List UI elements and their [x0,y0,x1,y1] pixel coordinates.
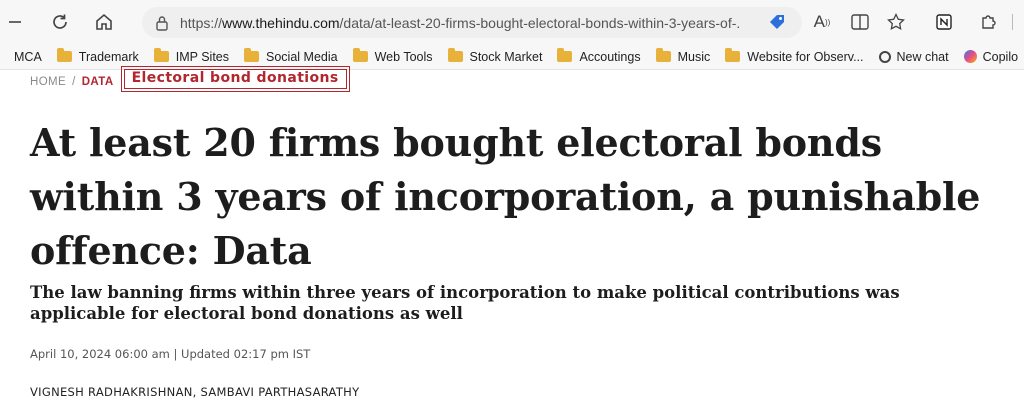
article-subheading: The law banning firms within three years… [30,283,900,323]
tag-icon[interactable] [768,13,786,36]
browser-toolbar: https://www.thehindu.com/data/at-least-2… [0,0,1024,44]
back-icon[interactable] [2,8,30,36]
folder-icon [447,48,463,62]
bookmark-mca[interactable]: MCA [14,50,42,64]
bookmark-music[interactable]: Music [655,48,711,64]
bookmark-imp-sites[interactable]: IMP Sites [153,48,230,64]
toolbar-divider [1012,14,1013,30]
copilot-icon [963,50,977,63]
read-aloud-glyph: A [813,12,825,31]
bookmark-label: IMP Sites [175,49,230,64]
favorite-star-icon[interactable] [882,8,910,36]
url-path: /data/at-least-20-firms-bought-electoral… [339,14,740,31]
bookmark-label: New chat [896,49,949,64]
article-authors[interactable]: VIGNESH RADHAKRISHNAN, SAMBAVI PARTHASAR… [30,385,359,399]
folder-icon [153,48,169,62]
bookmarks-bar: MCA Trademark IMP Sites Social Media Web… [0,44,1024,70]
folder-icon [56,48,72,62]
read-aloud-icon[interactable]: A)) [808,8,836,36]
bookmark-label: Music [677,49,711,64]
split-screen-icon[interactable] [846,8,874,36]
article-dateline: April 10, 2024 06:00 am | Updated 02:17 … [30,347,311,361]
article-headline: At least 20 firms bought electoral bonds… [30,120,981,273]
bookmark-accoutings[interactable]: Accoutings [557,48,641,64]
breadcrumb: HOME / DATA Electoral bond donations [30,66,350,92]
folder-icon [352,48,368,62]
breadcrumb-separator: / [72,76,76,88]
bookmark-label: Social Media [266,49,338,64]
bookmark-website-for-observ[interactable]: Website for Observ... [725,48,864,64]
folder-icon [244,48,260,62]
url-domain: www.thehindu.com [222,14,340,31]
openai-icon [878,50,891,63]
address-bar[interactable]: https://www.thehindu.com/data/at-least-2… [142,7,802,38]
bookmark-label: Website for Observ... [747,49,864,64]
bookmark-web-tools[interactable]: Web Tools [352,48,433,64]
lock-icon[interactable] [152,13,172,33]
home-icon[interactable] [90,8,118,36]
folder-icon [557,48,573,62]
bookmark-trademark[interactable]: Trademark [56,48,139,64]
breadcrumb-section[interactable]: DATA [82,76,114,88]
bookmark-label: MCA [14,49,42,64]
bookmark-label: Web Tools [374,49,433,64]
bookmark-copilot[interactable]: Copilo [963,49,1019,64]
bookmark-label: Accoutings [579,49,641,64]
url-text[interactable]: https://www.thehindu.com/data/at-least-2… [180,15,740,31]
url-prefix: https:// [180,14,223,31]
refresh-icon[interactable] [46,8,74,36]
bookmark-social-media[interactable]: Social Media [244,48,338,64]
bookmark-stock-market[interactable]: Stock Market [447,48,543,64]
breadcrumb-home[interactable]: HOME [30,76,66,88]
topic-tag[interactable]: Electoral bond donations [120,66,350,92]
extensions-icon[interactable] [974,8,1002,36]
bookmark-label: Copilo [982,49,1019,64]
folder-icon [655,48,671,62]
folder-icon [725,48,741,62]
bookmark-label: Trademark [78,49,139,64]
notion-extension-icon[interactable] [930,8,958,36]
bookmark-label: Stock Market [469,49,543,64]
bookmark-new-chat[interactable]: New chat [878,49,949,64]
